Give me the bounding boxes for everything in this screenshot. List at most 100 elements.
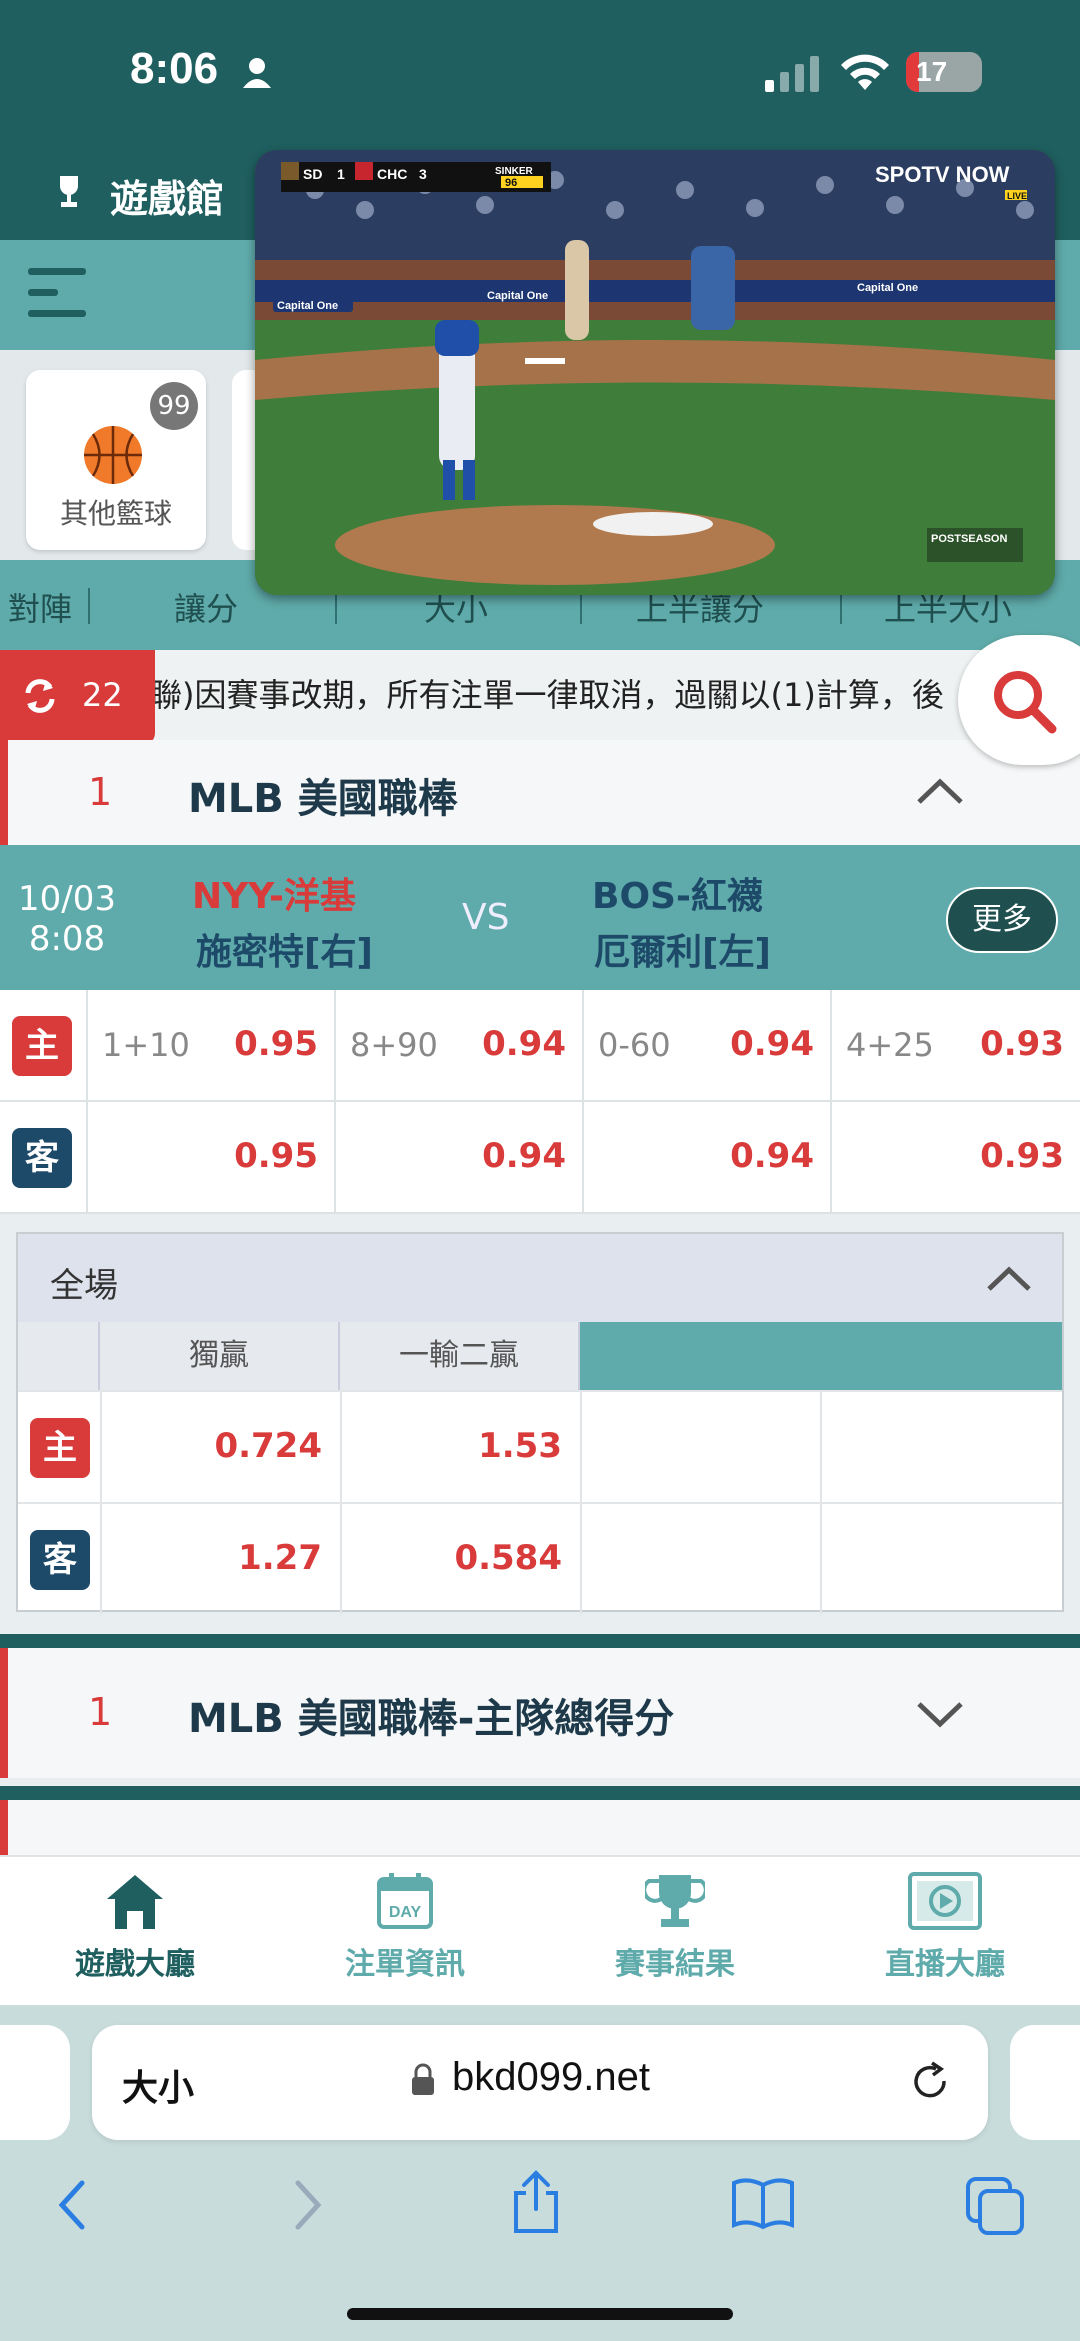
nav-label: 遊戲大廳 <box>75 1947 195 1982</box>
refresh-button[interactable]: 22 <box>0 650 155 745</box>
odds-cell[interactable]: 0.584 <box>340 1504 580 1614</box>
odds-cell[interactable]: 0.94 <box>334 1102 582 1212</box>
home-pitcher: 施密特[右] <box>196 932 373 973</box>
pitch-type: SINKER <box>495 166 534 177</box>
odds-row-away: 客 0.95 0.94 0.94 0.93 <box>0 1102 1080 1214</box>
odds-cell[interactable]: 8+90 0.94 <box>334 990 582 1100</box>
odds-value: 0.94 <box>730 1024 814 1064</box>
odds-value: 0.94 <box>482 1136 566 1176</box>
svg-text:DAY: DAY <box>389 1904 422 1921</box>
reload-icon[interactable] <box>910 2061 952 2103</box>
full-game-header[interactable]: 全場 <box>18 1234 1062 1322</box>
live-badge: LIVE <box>1007 191 1027 201</box>
column-header-win-lose: 一輸二贏 <box>340 1322 580 1390</box>
odds-cell[interactable]: 1.53 <box>340 1392 580 1502</box>
odds-value: 0.724 <box>214 1426 322 1466</box>
score-home-team: CHC <box>377 166 407 182</box>
browser-chrome: 大小 bkd099.net <box>0 2005 1080 2341</box>
home-icon <box>107 1875 163 1929</box>
forward-icon[interactable] <box>288 2175 328 2235</box>
nav-label: 直播大廳 <box>885 1947 1005 1982</box>
away-team: BOS-紅襪 <box>592 876 763 917</box>
cellular-signal-icon <box>765 56 819 92</box>
menu-icon[interactable] <box>28 268 86 324</box>
odds-cell[interactable]: 0.724 <box>100 1392 340 1502</box>
odds-value: 1.27 <box>238 1538 322 1578</box>
announcement-ticker: 聯)因賽事改期，所有注單一律取消，過關以(1)計算，後 <box>0 650 1080 740</box>
score-away-team: SD <box>303 166 322 182</box>
league-header-partial[interactable] <box>0 1800 1080 1860</box>
basketball-icon <box>84 426 142 484</box>
odds-row-home: 主 1+10 0.95 8+90 0.94 0-60 0.94 4+25 0.9… <box>0 990 1080 1102</box>
odds-line: 0-60 <box>598 1026 671 1064</box>
previous-tab[interactable] <box>0 2025 70 2140</box>
chevron-up-icon[interactable] <box>984 1262 1034 1294</box>
tabs-icon[interactable] <box>964 2175 1026 2237</box>
status-bar: 8:06 17 <box>0 0 1080 140</box>
nav-game-lobby[interactable]: 遊戲大廳 <box>0 1871 270 2001</box>
odds-value: 0.584 <box>454 1538 562 1578</box>
trophy-icon <box>645 1875 705 1927</box>
league-header-collapsed[interactable]: 1 MLB 美國職棒-主隊總得分 <box>0 1648 1080 1778</box>
column-header-empty <box>580 1322 1062 1390</box>
away-tag: 客 <box>30 1530 90 1590</box>
section-divider <box>0 1634 1080 1648</box>
more-button[interactable]: 更多 <box>946 887 1058 953</box>
odds-value: 0.95 <box>234 1024 318 1064</box>
next-tab[interactable] <box>1010 2025 1080 2140</box>
home-tag: 主 <box>12 1016 72 1076</box>
odds-cell[interactable]: 1+10 0.95 <box>86 990 334 1100</box>
bookmarks-icon[interactable] <box>730 2175 796 2231</box>
away-pitcher: 厄爾利[左] <box>594 932 771 973</box>
odds-value: 0.94 <box>482 1024 566 1064</box>
league-name: MLB 美國職棒 <box>188 776 458 822</box>
chevron-down-icon[interactable] <box>913 1698 967 1732</box>
section-divider <box>0 1786 1080 1800</box>
score-home-runs: 3 <box>419 166 427 182</box>
odds-cell[interactable]: 0.95 <box>86 1102 334 1212</box>
back-icon[interactable] <box>52 2175 92 2235</box>
odds-cell[interactable]: 0.94 <box>582 1102 830 1212</box>
full-game-title: 全場 <box>50 1266 118 1306</box>
baseball-broadcast-frame: SD 1 CHC 3 SINKER96 SPOTV NOW LIVE Capital One C… <box>255 150 1055 595</box>
away-tag: 客 <box>12 1128 72 1188</box>
odds-value: 0.94 <box>730 1136 814 1176</box>
odds-cell[interactable]: 1.27 <box>100 1504 340 1614</box>
league-header[interactable]: 1 MLB 美國職棒 <box>0 740 1080 845</box>
match-datetime: 10/03 8:08 <box>18 879 116 959</box>
chevron-up-icon[interactable] <box>913 774 967 808</box>
nav-label: 注單資訊 <box>345 1947 465 1982</box>
odds-cell[interactable]: 0.93 <box>830 1102 1080 1212</box>
calendar-day-icon: DAY <box>377 1873 433 1929</box>
home-indicator[interactable] <box>347 2308 733 2320</box>
refresh-icon <box>25 679 55 713</box>
nav-label: 賽事結果 <box>615 1947 735 1982</box>
nav-results[interactable]: 賽事結果 <box>540 1871 810 2001</box>
wifi-icon <box>841 54 889 90</box>
share-icon[interactable] <box>508 2169 564 2235</box>
odds-line: 8+90 <box>350 1026 438 1064</box>
address-bar[interactable]: 大小 bkd099.net <box>92 2025 988 2140</box>
score-away-runs: 1 <box>337 166 345 182</box>
series-label: POSTSEASON <box>931 533 1007 545</box>
tab-handicap[interactable]: 讓分 <box>174 584 238 630</box>
odds-cell[interactable]: 4+25 0.93 <box>830 990 1080 1100</box>
search-button[interactable] <box>958 635 1080 765</box>
vs-label: VS <box>462 897 510 938</box>
match-date: 10/03 <box>18 879 116 919</box>
tab-matchup[interactable]: 對陣 <box>8 584 72 630</box>
nav-live-lobby[interactable]: 直播大廳 <box>810 1871 1080 2001</box>
odds-cell[interactable]: 0-60 0.94 <box>582 990 830 1100</box>
search-icon <box>994 671 1057 734</box>
page-title: 遊戲館 <box>110 177 225 221</box>
nav-bet-info[interactable]: DAY 注單資訊 <box>270 1871 540 2001</box>
tab-divider <box>88 588 90 624</box>
column-header-blank <box>18 1322 100 1390</box>
broadcaster-name: SPOTV NOW <box>875 162 1010 187</box>
live-video-player[interactable]: SD 1 CHC 3 SINKER 96 SPOTV NOW LIVE Capital One C… <box>255 150 1055 595</box>
match-row: 10/03 8:08 NYY-洋基 施密特[右] VS BOS-紅襪 厄爾利[左… <box>0 845 1080 990</box>
category-other-basketball[interactable]: 99 其他籃球 <box>26 370 206 550</box>
match-time: 8:08 <box>28 919 106 959</box>
pitch-speed: 96 <box>505 177 517 189</box>
text-size-button[interactable]: 大小 <box>122 2059 194 2111</box>
